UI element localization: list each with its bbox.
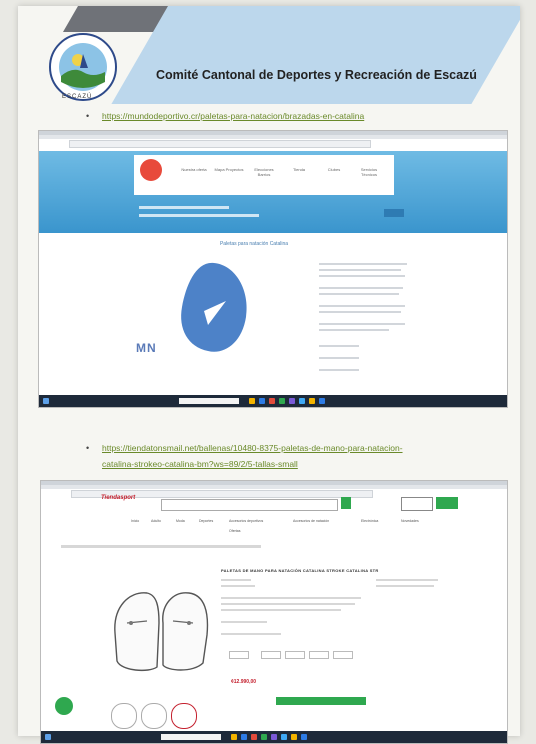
menu-item: Ofertas	[229, 529, 241, 533]
bullet-marker: •	[86, 111, 90, 121]
app-icon	[301, 734, 307, 740]
nav-item: Tienda	[292, 167, 306, 172]
menu-item: Electrónica	[361, 519, 379, 523]
browser-tabs	[41, 481, 507, 485]
logo-caption: ESCAZÚ	[62, 94, 93, 100]
start-icon	[45, 734, 51, 740]
hero-button	[384, 209, 404, 217]
hero-text-line	[139, 214, 259, 217]
app-icon	[319, 398, 325, 404]
menu-item: Novedades	[401, 519, 419, 523]
taskbar-search	[161, 734, 221, 740]
app-icon	[299, 398, 305, 404]
nav-item: Mapa Proyectos	[214, 167, 244, 172]
app-icon	[291, 734, 297, 740]
shop-cart-button	[436, 497, 458, 509]
shop-logo: Tiendasport	[101, 495, 136, 501]
nav-item: Clubes	[327, 167, 341, 172]
document-title: Comité Cantonal de Deportes y Recreación…	[156, 68, 477, 82]
reference-link-1[interactable]: https://mundodeportivo.cr/paletas-para-n…	[102, 111, 364, 121]
breadcrumb	[61, 545, 261, 548]
reference-link-2-cont[interactable]: catalina-strokeo-catalina-bm?ws=89/2/5-t…	[102, 459, 298, 469]
site-logo-icon	[140, 159, 162, 181]
document-page: ESCAZÚ Comité Cantonal de Deportes y Rec…	[18, 6, 520, 744]
menu-item: Accesorios deportivos	[229, 519, 264, 523]
app-icon	[289, 398, 295, 404]
hand-paddle-image	[181, 262, 247, 352]
site-hero-banner: Nuestra oferta Mapa Proyectos Elecciones…	[39, 151, 507, 233]
app-icon	[309, 398, 315, 404]
hero-text-line	[139, 206, 229, 209]
shop-account-button	[401, 497, 433, 511]
app-icon	[271, 734, 277, 740]
product-price: ¢12.990,00	[231, 679, 257, 685]
hand-paddles-image	[114, 592, 209, 672]
shop-search-input	[161, 499, 338, 511]
nav-item: Nuestra oferta	[181, 167, 207, 172]
app-icon	[249, 398, 255, 404]
app-icon	[269, 398, 275, 404]
product-panel	[131, 234, 411, 382]
committee-logo	[49, 33, 117, 101]
nav-item: Elecciones Barrios	[254, 167, 274, 177]
brand-mark: MN	[136, 341, 157, 355]
app-icon	[241, 734, 247, 740]
nav-item: Servicios Técnicos	[360, 167, 378, 177]
app-icon	[279, 398, 285, 404]
address-bar	[69, 140, 371, 148]
menu-item: Inicio	[131, 519, 140, 523]
product-thumbnail	[141, 703, 167, 729]
start-icon	[43, 398, 49, 404]
header-stripe-light	[111, 6, 520, 104]
app-icon	[251, 734, 257, 740]
site-nav: Nuestra oferta Mapa Proyectos Elecciones…	[134, 155, 394, 195]
windows-taskbar	[39, 395, 507, 407]
panel-heading: Paletas para natación Catalina	[219, 241, 289, 247]
screenshot-1: Nuestra oferta Mapa Proyectos Elecciones…	[38, 130, 508, 408]
menu-item: Moda	[176, 519, 185, 523]
product-thumbnail	[171, 703, 197, 729]
add-to-cart-button	[276, 697, 366, 705]
app-icon	[281, 734, 287, 740]
browser-tabs	[39, 131, 507, 135]
shop-menu: Inicio Adulto Moda Deportes Accesorios d…	[41, 515, 507, 533]
taskbar-search	[179, 398, 239, 404]
app-icon	[231, 734, 237, 740]
windows-taskbar	[41, 731, 507, 743]
whatsapp-icon	[55, 697, 73, 715]
product-thumbnail	[111, 703, 137, 729]
menu-item: Accesorios de natación	[293, 519, 330, 523]
screenshot-2: Tiendasport Inicio Adulto Moda Deportes …	[40, 480, 508, 744]
app-icon	[261, 734, 267, 740]
shop-search-button	[341, 497, 351, 509]
bullet-marker: •	[86, 443, 90, 453]
app-icon	[259, 398, 265, 404]
product-title: PALETAS DE MANO PARA NATACIÓN CATALINA S…	[221, 568, 379, 573]
menu-item: Deportes	[199, 519, 214, 523]
reference-link-2[interactable]: https://tiendatonsmail.net/ballenas/1048…	[102, 443, 403, 453]
menu-item: Adulto	[151, 519, 161, 523]
